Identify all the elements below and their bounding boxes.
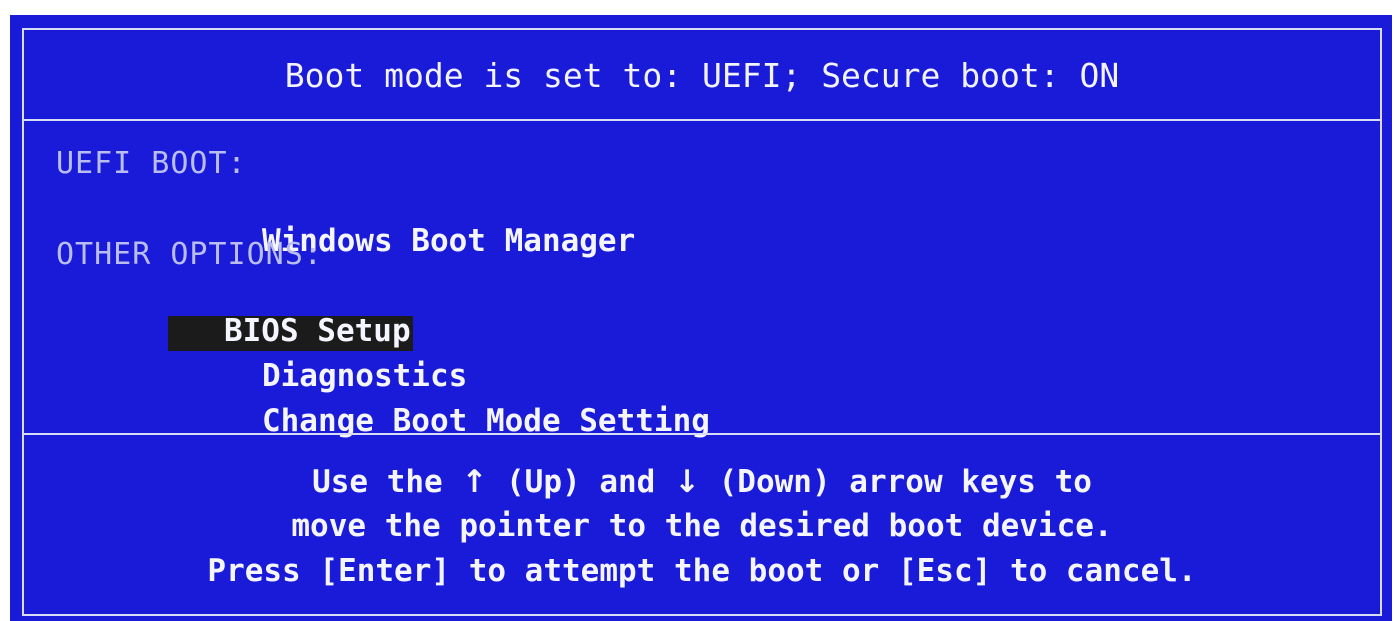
boot-option-label: Change Boot Mode Setting <box>261 403 710 439</box>
uefi-boot-label: UEFI BOOT: <box>56 146 247 181</box>
screen: Boot mode is set to: UEFI; Secure boot: … <box>0 0 1396 621</box>
header-divider <box>22 119 1382 121</box>
instructions-line-1: Use the ↑ (Up) and ↓ (Down) arrow keys t… <box>312 464 1092 500</box>
footer-divider <box>22 433 1382 435</box>
up-arrow-icon: ↑ <box>461 464 488 500</box>
other-options-label: OTHER OPTIONS: <box>56 237 323 272</box>
down-arrow-icon: ↓ <box>674 464 700 500</box>
boot-option-change-boot-mode[interactable]: Change Boot Mode Setting <box>150 375 712 472</box>
instructions-line-3: Press [Enter] to attempt the boot or [Es… <box>207 553 1197 589</box>
boot-menu-window: Boot mode is set to: UEFI; Secure boot: … <box>10 15 1392 621</box>
boot-mode-status: Boot mode is set to: UEFI; Secure boot: … <box>284 56 1120 95</box>
instructions-line-2: move the pointer to the desired boot dev… <box>291 508 1113 544</box>
